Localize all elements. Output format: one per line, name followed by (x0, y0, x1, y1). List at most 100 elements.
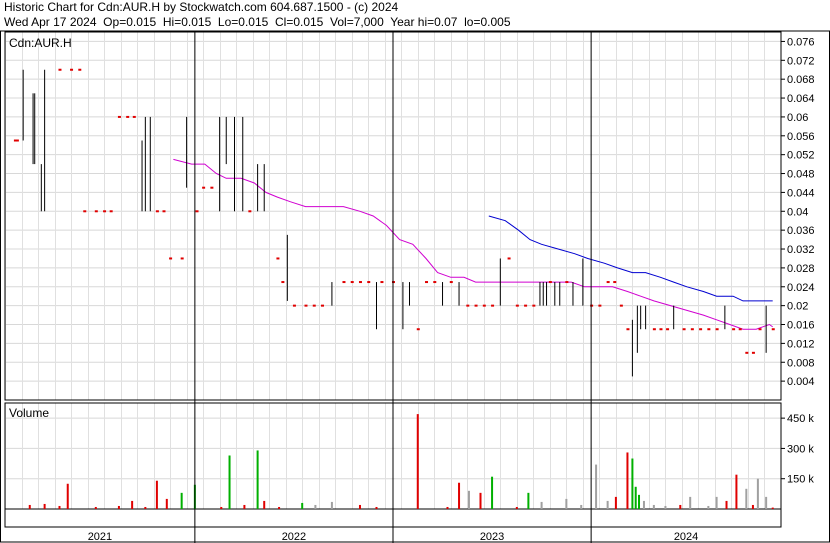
no-trade-marker (83, 210, 87, 213)
volume-bar (28, 504, 31, 509)
no-trade-marker (707, 328, 711, 331)
volume-bar (689, 496, 692, 509)
volume-bar (751, 504, 754, 509)
no-trade-marker (248, 210, 252, 213)
volume-bar (491, 476, 494, 509)
price-tick-label: 0.02 (787, 301, 808, 313)
volume-bar (375, 506, 378, 509)
price-tick-label: 0.072 (787, 55, 815, 67)
volume-bar (416, 414, 419, 509)
price-tick-label: 0.024 (787, 282, 815, 294)
volume-bar (131, 500, 134, 509)
volume-bar (515, 506, 518, 509)
price-tick-label: 0.04 (787, 206, 808, 218)
price-tick-label: 0.036 (787, 225, 815, 237)
no-trade-marker (292, 304, 296, 307)
price-tick-label: 0.048 (787, 169, 815, 181)
no-trade-marker (652, 328, 656, 331)
no-trade-marker (758, 328, 762, 331)
volume-bar (301, 502, 304, 509)
volume-bar (765, 496, 768, 509)
no-trade-marker (169, 257, 173, 260)
no-trade-marker (449, 281, 453, 284)
volume-bar (771, 507, 774, 509)
no-trade-marker (321, 304, 325, 307)
no-trade-marker (659, 328, 663, 331)
price-tick-label: 0.008 (787, 357, 815, 369)
no-trade-marker (350, 281, 354, 284)
no-trade-marker (15, 139, 19, 142)
no-trade-marker (507, 257, 511, 260)
volume-bar (735, 474, 738, 509)
year-label: 2024 (674, 531, 698, 543)
volume-bar (228, 455, 231, 509)
no-trade-marker (532, 304, 536, 307)
price-tick-label: 0.06 (787, 112, 808, 124)
price-panel-title: Cdn:AUR.H (9, 36, 72, 50)
volume-bar (180, 492, 183, 509)
no-trade-marker (771, 328, 775, 331)
volume-bar (94, 506, 97, 509)
volume-tick-label: 450 k (787, 413, 814, 425)
price-tick-label: 0.044 (787, 187, 815, 199)
no-trade-marker (358, 281, 362, 284)
no-trade-marker (613, 281, 617, 284)
price-tick-label: 0.064 (787, 93, 815, 105)
volume-bar (155, 480, 158, 509)
no-trade-marker (715, 328, 719, 331)
no-trade-marker (466, 304, 470, 307)
no-trade-marker (276, 257, 280, 260)
no-trade-marker (548, 281, 552, 284)
no-trade-marker (690, 328, 694, 331)
no-trade-marker (433, 281, 437, 284)
no-trade-marker (619, 304, 623, 307)
volume-bar (165, 498, 168, 509)
volume-bar (634, 486, 637, 509)
volume-bar (314, 504, 317, 509)
no-trade-marker (474, 304, 478, 307)
volume-bar (263, 500, 266, 509)
no-trade-marker (751, 351, 755, 354)
volume-bar (58, 505, 61, 509)
price-tick-label: 0.052 (787, 150, 815, 162)
volume-bar (642, 500, 645, 509)
no-trade-marker (342, 281, 346, 284)
no-trade-marker (58, 68, 62, 71)
no-trade-marker (606, 281, 610, 284)
volume-bar (725, 500, 728, 509)
no-trade-marker (745, 351, 749, 354)
no-trade-marker (515, 304, 519, 307)
volume-tick-label: 300 k (787, 443, 814, 455)
price-tick-label: 0.032 (787, 244, 815, 256)
no-trade-marker (94, 210, 98, 213)
no-trade-marker (304, 304, 308, 307)
moving-average-long-line (488, 215, 773, 302)
price-tick-label: 0.004 (787, 376, 815, 388)
volume-bar (467, 490, 470, 509)
no-trade-marker (738, 328, 742, 331)
volume-bar (144, 506, 147, 509)
no-trade-marker (210, 186, 214, 189)
volume-bar (527, 492, 530, 509)
no-trade-marker (180, 257, 184, 260)
no-trade-marker (666, 328, 670, 331)
price-tick-label: 0.012 (787, 338, 815, 350)
no-trade-marker (491, 304, 495, 307)
no-trade-marker (699, 328, 703, 331)
no-trade-marker (380, 281, 384, 284)
series-layer (13, 68, 775, 509)
year-label: 2021 (88, 531, 112, 543)
no-trade-marker (312, 304, 316, 307)
volume-bar (652, 504, 655, 509)
volume-tick-label: 150 k (787, 474, 814, 486)
no-trade-marker (162, 210, 166, 213)
no-trade-marker (195, 210, 199, 213)
no-trade-marker (416, 328, 420, 331)
volume-bar (66, 483, 69, 509)
volume-bar (565, 498, 568, 509)
price-tick-label: 0.076 (787, 36, 815, 48)
volume-bar (631, 458, 634, 509)
volume-bar (117, 505, 120, 509)
volume-bar (479, 492, 482, 509)
no-trade-marker (103, 210, 107, 213)
